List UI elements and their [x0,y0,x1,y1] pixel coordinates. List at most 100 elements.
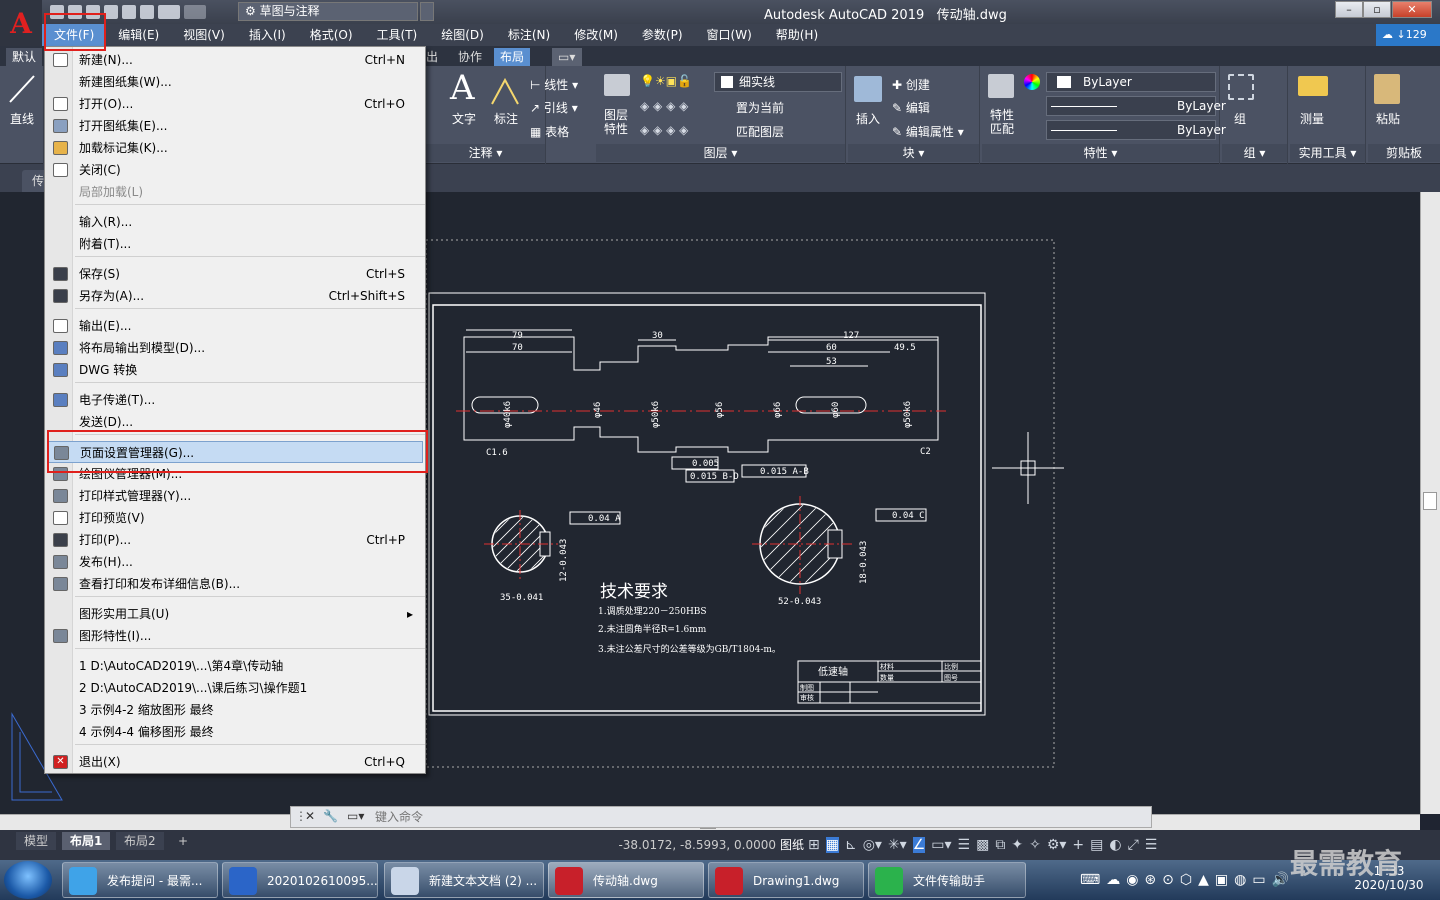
menu-item-new[interactable]: 新建(N)... Ctrl+N [47,49,423,71]
panel-title-annotation[interactable]: 注释 ▾ [426,144,545,162]
menu-parametric[interactable]: 参数(P) [630,24,695,46]
paste-button[interactable]: 粘贴 [1376,110,1400,127]
menu-item-plotstyle[interactable]: 打印样式管理器(Y)... [47,485,423,507]
menu-view[interactable]: 视图(V) [171,24,237,46]
snap-icon[interactable]: ⊞ [808,837,820,853]
wrench-icon[interactable]: 🔧 [323,809,338,823]
tab-layout2[interactable]: 布局2 [116,832,164,850]
menu-item-preview[interactable]: 打印预览(V) [47,507,423,529]
menu-edit[interactable]: 编辑(E) [106,24,171,46]
task-word[interactable]: 2020102610095... [222,862,378,898]
menu-item-close[interactable]: 关闭(C) [47,159,423,181]
menu-item-opensheet[interactable]: 打开图纸集(E)... [47,115,423,137]
cloud-sync-badge[interactable]: ☁ ↓129 [1376,24,1440,46]
tab-layout[interactable]: 布局 [494,48,531,66]
redo-icon[interactable] [184,5,206,19]
cloud-icon[interactable] [122,5,136,19]
ribbon-toggle-button[interactable]: ▭▾ [552,48,582,66]
leader-button[interactable]: ↗ 引线 ▾ [530,99,578,116]
menu-item-exportlayout[interactable]: 将布局输出到模型(D)... [47,337,423,359]
table-button[interactable]: ▦ 表格 [530,123,569,140]
workspace-gear-icon[interactable]: ⚙▾ [1047,837,1067,853]
measure-button[interactable]: 测量 [1300,110,1324,127]
menu-item-plotdetails[interactable]: 查看打印和发布详细信息(B)... [47,573,423,595]
group-button[interactable]: 组 [1234,110,1246,127]
clean-screen-icon[interactable]: ⤢ [1128,837,1139,853]
menu-tools[interactable]: 工具(T) [365,24,430,46]
layer-tools-row1[interactable]: ◈ ◈ ◈ ◈ [640,99,688,113]
menu-item-saveas[interactable]: 另存为(A)... Ctrl+Shift+S [47,285,423,307]
menu-item-publish[interactable]: 发布(H)... [47,551,423,573]
menu-item-dwgconvert[interactable]: DWG 转换 [47,359,423,381]
dimension-tool-button[interactable]: 标注 [494,110,518,127]
menu-format[interactable]: 格式(O) [298,24,365,46]
menu-insert[interactable]: 插入(I) [237,24,298,46]
panel-title-utilities[interactable]: 实用工具 ▾ [1290,144,1365,162]
tab-collaborate[interactable]: 协作 [452,48,488,66]
menu-item-markup[interactable]: 加载标记集(K)... [47,137,423,159]
menu-draw[interactable]: 绘图(D) [429,24,496,46]
menu-item-exit[interactable]: ✕ 退出(X) Ctrl+Q [47,751,423,773]
osnap-icon[interactable]: ✳▾ [888,837,907,853]
text-tool-button[interactable]: 文字 [452,110,476,127]
selection-cycling-icon[interactable]: ⧉ [995,837,1005,853]
tab-layout1[interactable]: 布局1 [62,832,111,850]
linetype-select[interactable]: ByLayer [1046,96,1226,116]
match-layer-button[interactable]: 匹配图层 [736,123,784,140]
ortho-icon[interactable]: ⊾ [845,837,857,853]
menu-item-print[interactable]: 打印(P)... Ctrl+P [47,529,423,551]
layer-tools-row2[interactable]: ◈ ◈ ◈ ◈ [640,123,688,137]
menu-item-import[interactable]: 输入(R)... [47,211,423,233]
annotation-scale-icon[interactable]: ✦ [1011,837,1023,853]
undo-icon[interactable] [158,5,180,19]
paper-space-toggle[interactable]: 图纸 [780,835,804,855]
menu-item-drawingprops[interactable]: 图形特性(I)... [47,625,423,647]
tab-model[interactable]: 模型 [16,832,57,850]
grip-handle[interactable]: ⋮ [295,809,307,825]
grid-icon[interactable]: ▦ [825,837,839,853]
menu-modify[interactable]: 修改(M) [562,24,630,46]
insert-block-button[interactable]: 插入 [856,110,880,127]
panel-title-layers[interactable]: 图层 ▾ [596,144,845,162]
set-current-layer-button[interactable]: 置为当前 [736,99,784,116]
start-button[interactable] [4,861,52,899]
linear-dim-button[interactable]: ⊢ 线性 ▾ [530,76,578,93]
line-tool-button[interactable]: 直线 [10,110,34,127]
close-cmdline-icon[interactable]: ✕ [305,809,315,823]
menu-dimension[interactable]: 标注(N) [496,24,562,46]
minimize-button[interactable]: – [1335,1,1363,18]
qat-dropdown-button[interactable] [420,2,434,21]
edit-block-button[interactable]: ✎ 编辑 [892,99,930,116]
menu-item-etransmit[interactable]: 电子传递(T)... [47,389,423,411]
edit-attribute-button[interactable]: ✎ 编辑属性 ▾ [892,123,964,140]
vscroll-thumb[interactable] [1423,492,1437,510]
task-autocad-2[interactable]: Drawing1.dwg [708,862,864,898]
add-layout-button[interactable]: + [170,832,196,850]
otrack-icon[interactable]: ∠ [912,837,926,853]
workspace-select[interactable]: ⚙ 草图与注释 [238,2,418,21]
create-block-button[interactable]: ✚ 创建 [892,76,930,93]
command-input[interactable] [375,808,1145,826]
coordinate-readout[interactable]: -38.0172, -8.5993, 0.0000 [596,835,776,855]
lineweight-select[interactable]: ByLayer [1046,120,1226,140]
task-wechat[interactable]: 文件传输助手 [868,862,1026,898]
menu-help[interactable]: 帮助(H) [764,24,830,46]
annotation-visibility-icon[interactable]: ✧ [1029,837,1041,853]
menu-item-recent1[interactable]: 1 D:\AutoCAD2019\...\第4章\传动轴 [47,655,423,677]
cmd-prompt-icon[interactable]: ▭▾ [347,809,364,823]
transparency-icon[interactable]: ▩ [976,837,989,853]
isolate-icon[interactable]: ◐ [1109,837,1121,853]
autocad-logo-button[interactable]: A [0,0,42,46]
saveas-icon[interactable] [104,5,118,19]
dyn-icon[interactable]: ▭▾ [931,837,951,853]
menu-item-open[interactable]: 打开(O)... Ctrl+O [47,93,423,115]
menu-item-recent3[interactable]: 3 示例4-2 缩放图形 最终 [47,699,423,721]
maximize-button[interactable]: ▫ [1363,1,1391,18]
hardware-accel-icon[interactable]: ▤ [1090,837,1103,853]
menu-item-newsheet[interactable]: 新建图纸集(W)... [47,71,423,93]
match-properties-button[interactable]: 特性 匹配 [990,108,1014,136]
tab-default[interactable]: 默认 [6,48,43,66]
task-browser[interactable]: 发布提问 - 最需... [62,862,218,898]
print-icon[interactable] [140,5,154,19]
vertical-scrollbar[interactable] [1420,192,1440,814]
